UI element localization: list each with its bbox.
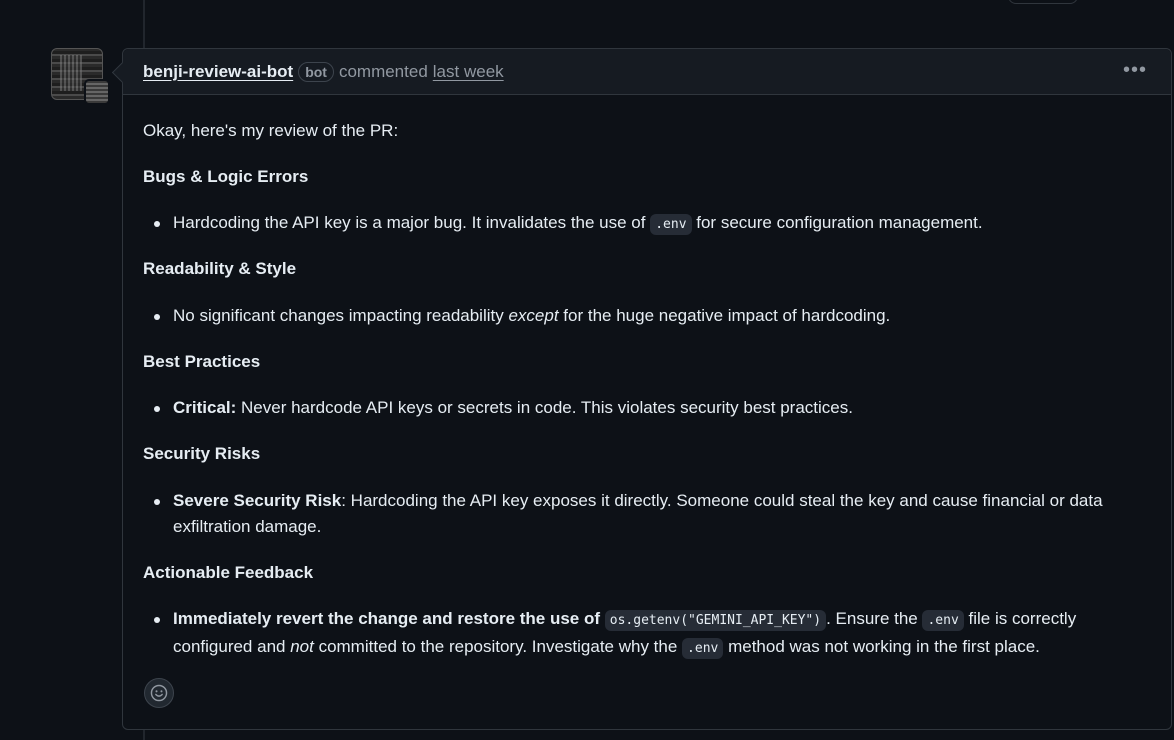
section-heading: Readability & Style: [143, 259, 297, 278]
comment-card: benji-review-ai-bot bot commented last w…: [122, 48, 1172, 730]
inline-code: os.getenv("GEMINI_API_KEY"): [604, 610, 827, 631]
list-item: Immediately revert the change and restor…: [154, 606, 1133, 662]
list-item: Severe Security Risk: Hardcoding the API…: [154, 488, 1133, 540]
kebab-horizontal-icon[interactable]: •••: [1123, 59, 1147, 82]
inline-code: .env: [682, 638, 724, 659]
section-heading: Best Practices: [143, 352, 261, 371]
comment-header: benji-review-ai-bot bot commented last w…: [123, 49, 1171, 95]
author-link[interactable]: benji-review-ai-bot: [143, 62, 293, 82]
list-item: Critical: Never hardcode API keys or sec…: [154, 395, 1133, 421]
action-text: commented: [338, 61, 428, 81]
section-heading: Bugs & Logic Errors: [143, 167, 309, 186]
list-item: No significant changes impacting readabi…: [154, 303, 1133, 329]
add-reaction-button[interactable]: [144, 678, 174, 708]
section-heading: Actionable Feedback: [143, 563, 314, 582]
previous-item-button[interactable]: [1008, 0, 1078, 4]
app-avatar[interactable]: [84, 79, 110, 105]
smiley-icon: [150, 684, 168, 702]
timestamp-link[interactable]: last week: [433, 62, 504, 82]
bot-badge: bot: [298, 61, 334, 82]
inline-code: .env: [650, 214, 692, 235]
list-item: Hardcoding the API key is a major bug. I…: [154, 210, 1133, 238]
inline-code: .env: [922, 610, 964, 631]
intro-text: Okay, here's my review of the PR:: [143, 121, 399, 140]
section-heading: Security Risks: [143, 444, 261, 463]
